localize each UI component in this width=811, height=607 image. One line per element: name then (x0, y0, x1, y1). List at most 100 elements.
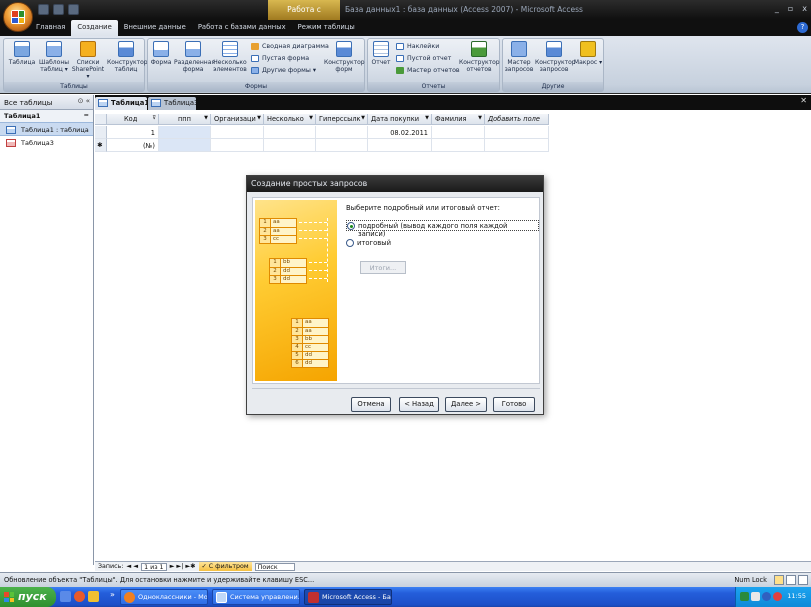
tray-app-icon[interactable] (740, 592, 749, 601)
group-label-reports: Отчеты (368, 82, 499, 91)
chevron-up-icon[interactable]: ≈ (84, 111, 89, 119)
close-window-button[interactable]: x (802, 4, 807, 13)
nav-item-table3[interactable]: Таблица3 (0, 136, 93, 150)
taskbar-item-system[interactable]: Система управлени... (212, 589, 300, 605)
report-designer-button[interactable]: Конструктор отчетов (459, 41, 500, 73)
media-icon[interactable] (88, 591, 99, 602)
datasheet-view-icon[interactable] (774, 575, 784, 585)
table-cell[interactable] (432, 139, 485, 152)
more-forms-button[interactable]: Другие формы ▾ (251, 66, 316, 75)
tab-external-data[interactable]: Внешние данные (118, 20, 192, 36)
labels-button[interactable]: Наклейки (396, 42, 439, 51)
volume-icon[interactable] (751, 592, 760, 601)
report-wizard-button[interactable]: Мастер отчетов (396, 66, 460, 75)
pivot-view-icon[interactable] (786, 575, 796, 585)
column-header[interactable]: Фамилия ▼ (432, 114, 485, 125)
option-detail[interactable]: подробный (вывод каждого поля каждой зап… (346, 220, 539, 238)
summary-options-button[interactable]: Итоги... (360, 261, 406, 274)
macro-button[interactable]: Макрос ▾ (573, 41, 603, 66)
save-icon[interactable] (38, 4, 49, 15)
taskbar-item-access[interactable]: Microsoft Access - Ба... (304, 589, 392, 605)
record-position-input[interactable]: 1 из 1 (141, 562, 167, 571)
tab-database-tools[interactable]: Работа с базами данных (192, 20, 292, 36)
office-button[interactable] (3, 2, 33, 32)
report-button[interactable]: Отчет (368, 41, 394, 66)
blank-form-button[interactable]: Пустая форма (251, 54, 309, 63)
split-form-button[interactable]: Разделенная форма (174, 41, 215, 73)
dialog-title: Создание простых запросов (247, 176, 543, 192)
nav-item-table1[interactable]: Таблица1 : таблица (0, 122, 93, 136)
column-header[interactable]: Дата покупки ▼ (368, 114, 432, 125)
blank-report-button[interactable]: Пустой отчет (396, 54, 451, 63)
doc-tab-table1[interactable]: Таблица1 (95, 97, 149, 110)
table-cell[interactable] (159, 126, 211, 139)
column-header[interactable]: Гиперссылк ▼ (316, 114, 368, 125)
form-designer-button[interactable]: Конструктор форм (324, 41, 365, 73)
nav-group-header[interactable]: Таблица1 ≈ (0, 110, 93, 122)
multiple-items-button[interactable]: Несколько элементов (212, 41, 248, 73)
sharepoint-lists-button[interactable]: Списки SharePoint ▾ (71, 41, 105, 80)
table-cell[interactable] (211, 139, 264, 152)
close-document-icon[interactable]: ✕ (800, 96, 807, 105)
tab-home[interactable]: Главная (30, 20, 71, 36)
add-field-header[interactable]: Добавить поле (485, 114, 549, 125)
browser-icon[interactable] (74, 591, 85, 602)
minimize-button[interactable]: _ (775, 4, 779, 13)
doc-tab-table3[interactable]: Таблица3 (148, 97, 198, 110)
taskbar-item-odnoklassniki[interactable]: Одноклассники - Мо... (120, 589, 208, 605)
table-cell[interactable]: 08.02.2011 (368, 126, 432, 139)
query-wizard-button[interactable]: Мастер запросов (504, 41, 534, 73)
cancel-button[interactable]: Отмена (351, 397, 391, 412)
start-button[interactable]: пуск (0, 587, 56, 607)
column-header[interactable]: ппп ▼ (159, 114, 211, 125)
form-button[interactable]: Форма (148, 41, 174, 66)
table-cell[interactable]: 1 (107, 126, 159, 139)
group-tables: Таблица Шаблоны таблиц ▾ Списки SharePoi… (3, 38, 148, 92)
pivot-chart-button[interactable]: Сводная диаграмма (251, 42, 329, 51)
table-cell[interactable] (159, 139, 211, 152)
column-header[interactable]: Код ⊽ (107, 114, 159, 125)
tab-create[interactable]: Создание (71, 20, 118, 36)
table-cell[interactable] (316, 126, 368, 139)
desktop-icon[interactable] (60, 591, 71, 602)
table-cell[interactable]: (№) (107, 139, 159, 152)
table-designer-button[interactable]: Конструктор таблиц (107, 41, 148, 73)
blank-form-icon (251, 55, 259, 62)
table-cell[interactable] (485, 139, 549, 152)
table-cell[interactable] (264, 126, 316, 139)
row-selector[interactable] (95, 126, 107, 139)
option-summary[interactable]: итоговый (346, 238, 394, 249)
table-cell[interactable] (432, 126, 485, 139)
table-cell[interactable] (264, 139, 316, 152)
next-button[interactable]: Далее > (445, 397, 487, 412)
table-button[interactable]: Таблица (5, 41, 39, 66)
finish-button[interactable]: Готово (493, 397, 535, 412)
table-templates-button[interactable]: Шаблоны таблиц ▾ (37, 41, 71, 73)
record-first-prev-buttons[interactable]: ◄ ◄ (126, 563, 138, 570)
table-cell[interactable] (368, 139, 432, 152)
table-cell[interactable] (316, 139, 368, 152)
maximize-button[interactable]: ▫ (788, 4, 793, 13)
record-next-last-buttons[interactable]: ► ►| ►✱ (170, 563, 196, 570)
design-view-icon[interactable] (798, 575, 808, 585)
nav-pane-header[interactable]: Все таблицы ⊙ « (0, 95, 93, 110)
network-icon[interactable] (762, 592, 771, 601)
taskbar-overflow-chevron[interactable]: » (110, 590, 115, 599)
select-all-cell[interactable] (95, 114, 107, 125)
undo-icon[interactable] (53, 4, 64, 15)
security-icon[interactable] (773, 592, 782, 601)
column-header[interactable]: Организаци ▼ (211, 114, 264, 125)
table-cell[interactable] (485, 126, 549, 139)
column-header[interactable]: Несколько ▼ (264, 114, 316, 125)
filter-toggle[interactable]: ✓ С фильтром (198, 562, 252, 571)
redo-icon[interactable] (68, 4, 79, 15)
table-cell[interactable] (211, 126, 264, 139)
table-templates-icon (46, 41, 62, 57)
nav-pane-controls[interactable]: ⊙ « (78, 97, 90, 105)
search-input[interactable]: Поиск (254, 562, 295, 571)
back-button[interactable]: < Назад (399, 397, 439, 412)
new-record-marker[interactable]: ✱ (95, 139, 107, 152)
query-designer-button[interactable]: Конструктор запросов (535, 41, 576, 73)
help-icon[interactable]: ? (797, 22, 808, 33)
tab-datasheet[interactable]: Режим таблицы (292, 20, 361, 36)
